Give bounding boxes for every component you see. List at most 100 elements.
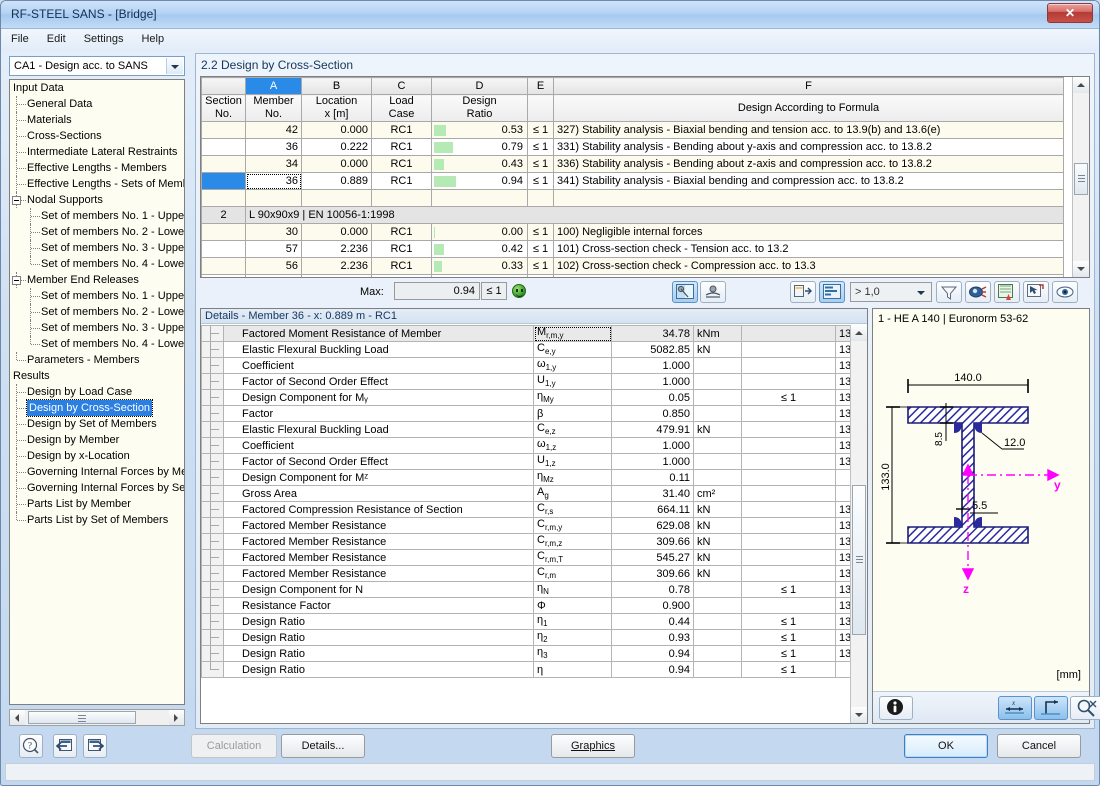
member-number-cell[interactable]: 42: [246, 122, 302, 139]
member-number-cell[interactable]: 20: [246, 275, 302, 279]
details-symbol[interactable]: η3: [534, 646, 612, 662]
tree-item[interactable]: Set of members No. 4 - Lower: [10, 336, 184, 352]
tree-item[interactable]: Parts List by Member: [10, 496, 184, 512]
formula-cell[interactable]: 341) Stability analysis - Biaxial bendin…: [554, 173, 1064, 190]
column-letter-c[interactable]: C: [372, 78, 432, 95]
location-cell[interactable]: 0.000: [302, 122, 372, 139]
details-symbol[interactable]: β: [534, 406, 612, 422]
details-row[interactable]: Factor of Second Order EffectU1,y1.00013…: [202, 374, 868, 390]
table-row[interactable]: 572.236RC10.42≤ 1101) Cross-section chec…: [202, 241, 1064, 258]
details-row[interactable]: Design Ratioη10.44≤ 113.8.2: [202, 614, 868, 630]
details-row[interactable]: Factored Member ResistanceCr,m,T545.27kN…: [202, 550, 868, 566]
tree-item[interactable]: Governing Internal Forces by Member: [10, 464, 184, 480]
scroll-down-icon[interactable]: [1073, 261, 1089, 277]
details-symbol[interactable]: η1: [534, 614, 612, 630]
location-cell[interactable]: 0.000: [302, 224, 372, 241]
menu-item-edit[interactable]: Edit: [38, 29, 75, 49]
tree-item[interactable]: Input Data: [10, 80, 184, 96]
zoom-button[interactable]: [1070, 696, 1100, 720]
details-symbol[interactable]: η: [534, 662, 612, 678]
member-number-cell[interactable]: 36: [246, 173, 302, 190]
graphics-view-button[interactable]: [965, 281, 991, 303]
tree-item[interactable]: Design by Set of Members: [10, 416, 184, 432]
details-row[interactable]: Factored Member ResistanceCr,m,y629.08kN…: [202, 518, 868, 534]
section-cell[interactable]: [202, 139, 246, 156]
column-header[interactable]: Design According to Formula: [554, 95, 1064, 122]
load-case-cell[interactable]: RC1: [372, 258, 432, 275]
column-letter-e[interactable]: E: [528, 78, 554, 95]
location-cell[interactable]: 2.236: [302, 241, 372, 258]
details-body[interactable]: Factored Moment Resistance of MemberMr,m…: [201, 325, 867, 723]
tree-item[interactable]: Effective Lengths - Members: [10, 160, 184, 176]
details-symbol[interactable]: Φ: [534, 598, 612, 614]
table-group-row[interactable]: 2L 90x90x9 | EN 10056-1:1998: [202, 207, 1064, 224]
details-row[interactable]: Factor of Second Order EffectU1,z1.00013…: [202, 454, 868, 470]
design-ratio-cell[interactable]: 0.33: [432, 258, 528, 275]
results-scroll-thumb[interactable]: [1074, 163, 1088, 195]
ratio-filter-combo[interactable]: > 1,0: [850, 282, 932, 302]
details-symbol[interactable]: ηN: [534, 582, 612, 598]
table-row[interactable]: 200.447RC10.01≤ 1107) Cross-section chec…: [202, 275, 1064, 279]
design-ratio-cell[interactable]: 0.53: [432, 122, 528, 139]
column-header[interactable]: LoadCase: [372, 95, 432, 122]
member-number-cell[interactable]: 56: [246, 258, 302, 275]
details-row[interactable]: Design Ratioη0.94≤ 1: [202, 662, 868, 678]
table-row[interactable]: 360.222RC10.79≤ 1331) Stability analysis…: [202, 139, 1064, 156]
formula-cell[interactable]: 327) Stability analysis - Biaxial bendin…: [554, 122, 1064, 139]
table-row[interactable]: 300.000RC10.00≤ 1100) Negligible interna…: [202, 224, 1064, 241]
ok-button[interactable]: OK: [904, 734, 988, 758]
details-button[interactable]: Details...: [281, 734, 365, 758]
menu-item-file[interactable]: File: [2, 29, 38, 49]
next-view-button[interactable]: [83, 734, 107, 758]
details-row[interactable]: Factorβ0.85013.8.2: [202, 406, 868, 422]
tree-item[interactable]: Governing Internal Forces by Set of Memb…: [10, 480, 184, 496]
details-symbol[interactable]: Cr,m: [534, 566, 612, 582]
navigation-tree[interactable]: Input DataGeneral DataMaterialsCross-Sec…: [9, 79, 185, 705]
details-symbol[interactable]: Mr,m,y: [534, 326, 612, 342]
details-vertical-scrollbar[interactable]: [850, 325, 867, 723]
member-number-cell[interactable]: 57: [246, 241, 302, 258]
formula-cell[interactable]: 107) Cross-section check - Biaxial bendi…: [554, 275, 1064, 279]
details-row[interactable]: Design Ratioη20.93≤ 113.8.2: [202, 630, 868, 646]
results-table[interactable]: ABCDEFSectionNo.MemberNo.Locationx [m]Lo…: [201, 77, 1064, 278]
tree-item[interactable]: Materials: [10, 112, 184, 128]
tree-item[interactable]: Results: [10, 368, 184, 384]
location-cell[interactable]: 0.889: [302, 173, 372, 190]
details-table[interactable]: Factored Moment Resistance of MemberMr,m…: [201, 325, 867, 678]
tree-item[interactable]: Nodal Supports: [10, 192, 184, 208]
details-row[interactable]: Factored Member ResistanceCr,m,z309.66kN…: [202, 534, 868, 550]
tree-item[interactable]: Set of members No. 2 - Lower: [10, 224, 184, 240]
design-ratio-cell[interactable]: 0.00: [432, 224, 528, 241]
details-symbol[interactable]: Cr,m,y: [534, 518, 612, 534]
section-cell[interactable]: [202, 258, 246, 275]
table-row[interactable]: 562.236RC10.33≤ 1102) Cross-section chec…: [202, 258, 1064, 275]
column-letter-a[interactable]: A: [246, 78, 302, 95]
tree-item[interactable]: Member End Releases: [10, 272, 184, 288]
column-header[interactable]: DesignRatio: [432, 95, 528, 122]
tree-item[interactable]: Design by Load Case: [10, 384, 184, 400]
tree-item[interactable]: Design by Cross-Section: [10, 400, 184, 416]
formula-cell[interactable]: 336) Stability analysis - Bending about …: [554, 156, 1064, 173]
tree-item[interactable]: Set of members No. 2 - Lower: [10, 304, 184, 320]
info-icon[interactable]: [879, 696, 913, 720]
tree-item[interactable]: Design by Member: [10, 432, 184, 448]
scroll-up-icon[interactable]: [1073, 77, 1089, 93]
details-row[interactable]: Coefficientω1,z1.00013.8.5: [202, 438, 868, 454]
scroll-right-icon[interactable]: [169, 710, 184, 725]
tree-item[interactable]: Set of members No. 1 - Upper: [10, 288, 184, 304]
load-case-cell[interactable]: RC1: [372, 224, 432, 241]
section-cell[interactable]: [202, 122, 246, 139]
tree-collapse-icon[interactable]: [12, 276, 21, 285]
details-symbol[interactable]: Ce,z: [534, 422, 612, 438]
tree-item[interactable]: Set of members No. 3 - Upper: [10, 320, 184, 336]
details-symbol[interactable]: Ce,y: [534, 342, 612, 358]
tree-item[interactable]: Set of members No. 3 - Upper: [10, 240, 184, 256]
column-letter-d[interactable]: D: [432, 78, 528, 95]
scroll-left-icon[interactable]: [10, 710, 25, 725]
design-ratio-cell[interactable]: 0.94: [432, 173, 528, 190]
details-symbol[interactable]: η2: [534, 630, 612, 646]
load-case-cell[interactable]: RC1: [372, 275, 432, 279]
details-row[interactable]: Elastic Flexural Buckling LoadCe,z479.91…: [202, 422, 868, 438]
show-dimensions-button[interactable]: x: [998, 696, 1032, 720]
filter-button[interactable]: [936, 281, 962, 303]
